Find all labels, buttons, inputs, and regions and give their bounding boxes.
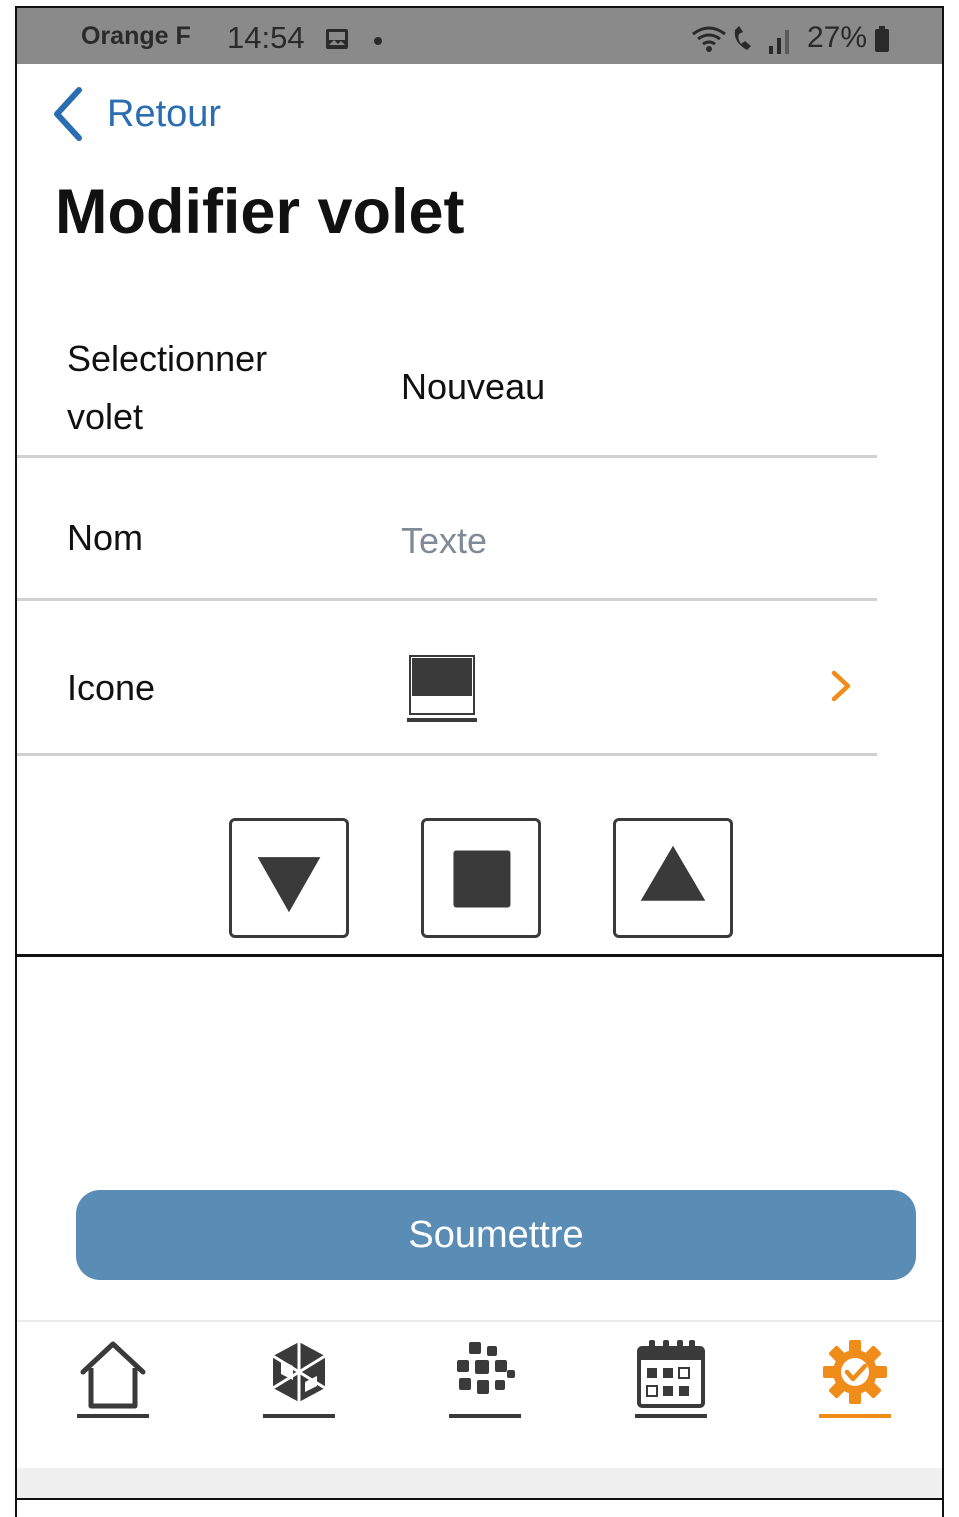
home-icon [77, 1341, 149, 1418]
connectivity-icons [692, 26, 789, 54]
submit-button[interactable]: Soumettre [76, 1190, 916, 1280]
scenes-grid-icon [449, 1342, 521, 1418]
nav-devices[interactable] [261, 1336, 337, 1420]
nav-home[interactable] [75, 1336, 151, 1420]
shutter-up-button[interactable] [613, 818, 733, 938]
app-frame: Orange F 14:54 27% Retour Modifier volet… [15, 6, 944, 1500]
nav-bottom-strip [17, 1468, 942, 1498]
battery-icon [875, 26, 889, 52]
status-bar: Orange F 14:54 27% [17, 8, 942, 64]
status-time: 14:54 [227, 20, 305, 55]
screenshot-edge [0, 1500, 959, 1517]
nav-scenes[interactable] [447, 1336, 523, 1420]
triangle-down-icon [257, 857, 321, 913]
name-input[interactable]: Texte [401, 520, 487, 562]
select-shutter-row[interactable]: Selectionner volet Nouveau [17, 308, 877, 458]
name-label: Nom [67, 517, 144, 558]
carrier-name: Orange F [81, 22, 191, 50]
chevron-left-icon [54, 87, 82, 141]
notification-dot-icon [374, 37, 382, 45]
nav-settings[interactable] [817, 1336, 893, 1420]
page-title: Modifier volet [55, 177, 465, 247]
select-shutter-label: Selectionner volet [67, 338, 268, 437]
select-shutter-value[interactable]: Nouveau [401, 366, 545, 408]
chevron-right-icon[interactable] [829, 668, 853, 704]
back-label: Retour [107, 92, 222, 135]
nav-calendar[interactable] [633, 1336, 709, 1420]
name-row: Nom Texte [17, 458, 877, 601]
shutter-stop-button[interactable] [421, 818, 541, 938]
gallery-notification-icon [326, 29, 348, 49]
icon-label: Icone [67, 667, 156, 708]
calendar-icon [635, 1340, 707, 1418]
section-divider [17, 954, 942, 957]
cube-devices-icon [263, 1342, 335, 1418]
battery-percent: 27% [807, 21, 868, 54]
gear-icon [819, 1340, 891, 1418]
shutter-icon [407, 655, 477, 722]
shutter-down-button[interactable] [229, 818, 349, 938]
triangle-up-icon [640, 845, 706, 901]
back-button[interactable]: Retour [51, 86, 221, 142]
square-stop-icon [453, 850, 511, 908]
